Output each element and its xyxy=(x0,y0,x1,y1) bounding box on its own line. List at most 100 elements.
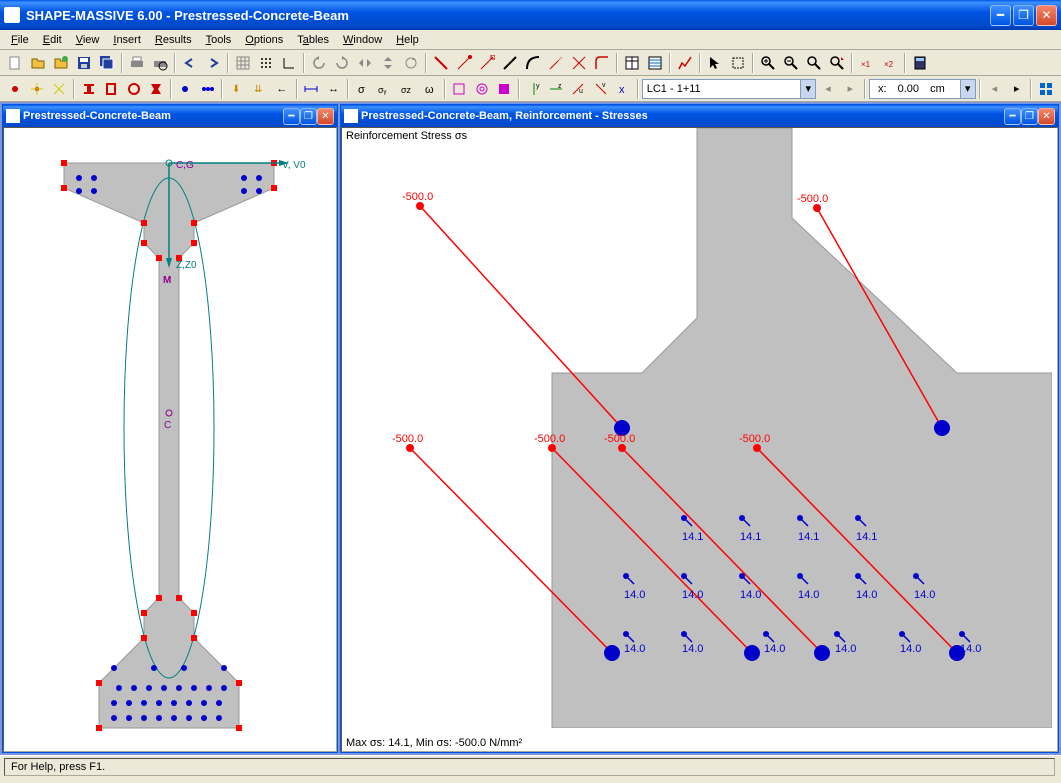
new-button[interactable] xyxy=(4,52,26,74)
svg-text:σᵧ: σᵧ xyxy=(378,85,387,95)
save-all-button[interactable] xyxy=(96,52,118,74)
dim-horiz-button[interactable] xyxy=(301,78,322,100)
chart-button[interactable] xyxy=(674,52,696,74)
child-minimize-button[interactable]: ━ xyxy=(1004,108,1021,125)
zoom-fit-button[interactable] xyxy=(803,52,825,74)
minimize-button[interactable]: ━ xyxy=(990,5,1011,26)
section-ibeam-button[interactable] xyxy=(78,78,99,100)
line-button[interactable] xyxy=(499,52,521,74)
dots-button[interactable] xyxy=(255,52,277,74)
label-m: M xyxy=(163,275,171,286)
node-button[interactable] xyxy=(4,78,25,100)
snap-end-button[interactable] xyxy=(476,52,498,74)
child-maximize-button[interactable]: ❐ xyxy=(300,108,317,125)
zoom-in-button[interactable] xyxy=(757,52,779,74)
doc-icon xyxy=(344,109,358,123)
sigma-z-button[interactable]: σz xyxy=(397,78,418,100)
select-button[interactable] xyxy=(727,52,749,74)
child-minimize-button[interactable]: ━ xyxy=(283,108,300,125)
rotate-right-button[interactable] xyxy=(331,52,353,74)
child-close-button[interactable]: ✕ xyxy=(1038,108,1055,125)
dim-arrow-button[interactable]: ↔ xyxy=(323,78,344,100)
snap-point-button[interactable] xyxy=(453,52,475,74)
lc-prev-button[interactable]: ◂ xyxy=(817,78,838,100)
load-button[interactable]: ⬇ xyxy=(226,78,247,100)
arrow-left-button[interactable]: ← xyxy=(271,78,292,100)
lc-next-button[interactable]: ▸ xyxy=(840,78,861,100)
fillet-button[interactable] xyxy=(591,52,613,74)
menu-edit[interactable]: Edit xyxy=(36,32,69,48)
child-close-button[interactable]: ✕ xyxy=(317,108,334,125)
sigma-y-button[interactable]: σᵧ xyxy=(375,78,396,100)
redo-button[interactable] xyxy=(202,52,224,74)
pointer-button[interactable] xyxy=(704,52,726,74)
axis-x-button[interactable]: x xyxy=(612,78,633,100)
zoom-out-button[interactable] xyxy=(780,52,802,74)
menu-results[interactable]: Results xyxy=(148,32,199,48)
save-button[interactable] xyxy=(73,52,95,74)
flip-h-button[interactable] xyxy=(354,52,376,74)
results-table-button[interactable] xyxy=(644,52,666,74)
rebar-single-button[interactable] xyxy=(175,78,196,100)
coord-input[interactable]: x: 0.00 cm ▾ xyxy=(869,79,976,99)
print-button[interactable] xyxy=(126,52,148,74)
node-star-button[interactable] xyxy=(49,78,70,100)
menu-insert[interactable]: Insert xyxy=(106,32,148,48)
calculator-button[interactable] xyxy=(909,52,931,74)
child-maximize-button[interactable]: ❐ xyxy=(1021,108,1038,125)
rebar-row-button[interactable] xyxy=(197,78,218,100)
loadcase-combo[interactable]: LC1 - 1+11 ▾ xyxy=(642,79,817,99)
section-rect-button[interactable] xyxy=(101,78,122,100)
flip-v-button[interactable] xyxy=(377,52,399,74)
label-c: C xyxy=(164,420,171,431)
tile-windows-button[interactable] xyxy=(1035,78,1056,100)
extend-button[interactable] xyxy=(545,52,567,74)
dropdown-arrow-icon: ▾ xyxy=(800,80,815,98)
svg-text:14.1: 14.1 xyxy=(856,531,877,543)
node-cross-button[interactable] xyxy=(26,78,47,100)
result-filled-button[interactable] xyxy=(494,78,515,100)
section-custom-button[interactable] xyxy=(145,78,166,100)
grid-button[interactable] xyxy=(232,52,254,74)
axis-z-button[interactable]: z xyxy=(545,78,566,100)
section-circle-button[interactable] xyxy=(123,78,144,100)
print-preview-button[interactable] xyxy=(149,52,171,74)
trim-button[interactable] xyxy=(568,52,590,74)
axis-v-button[interactable]: v xyxy=(590,78,611,100)
menu-tables[interactable]: Tables xyxy=(290,32,336,48)
close-button[interactable]: ✕ xyxy=(1036,5,1057,26)
tool-x2-button[interactable]: ×2 xyxy=(879,52,901,74)
menu-tools[interactable]: Tools xyxy=(199,32,239,48)
sigma-button[interactable]: σ xyxy=(352,78,373,100)
result-isolines-button[interactable] xyxy=(471,78,492,100)
svg-text:14.0: 14.0 xyxy=(682,589,703,601)
axes-button[interactable] xyxy=(278,52,300,74)
omega-button[interactable]: ω xyxy=(419,78,440,100)
arc-button[interactable] xyxy=(522,52,544,74)
tool-x1-button[interactable]: ×1 xyxy=(856,52,878,74)
open-recent-button[interactable] xyxy=(50,52,72,74)
undo-button[interactable] xyxy=(179,52,201,74)
menu-help[interactable]: Help xyxy=(389,32,426,48)
rotate-left-button[interactable] xyxy=(308,52,330,74)
stress-canvas[interactable]: Reinforcement Stress σs -500.0 -500.0 -5… xyxy=(341,127,1058,752)
open-button[interactable] xyxy=(27,52,49,74)
menu-options[interactable]: Options xyxy=(238,32,290,48)
axis-y-button[interactable]: y xyxy=(523,78,544,100)
child-title-left: Prestressed-Concrete-Beam xyxy=(23,110,283,122)
rotate-button[interactable] xyxy=(400,52,422,74)
measure-button[interactable] xyxy=(430,52,452,74)
nav-prev-button[interactable]: ◂ xyxy=(984,78,1005,100)
axis-u-button[interactable]: u xyxy=(568,78,589,100)
maximize-button[interactable]: ❐ xyxy=(1013,5,1034,26)
result-outline-button[interactable] xyxy=(449,78,470,100)
nav-next-button[interactable]: ▸ xyxy=(1006,78,1027,100)
menu-window[interactable]: Window xyxy=(336,32,389,48)
zoom-prev-button[interactable] xyxy=(826,52,848,74)
section-canvas[interactable]: C,G V, V0 Z,Z0 M C xyxy=(3,127,337,752)
menu-view[interactable]: View xyxy=(69,32,107,48)
load2-button[interactable]: ⇊ xyxy=(249,78,270,100)
table-button[interactable] xyxy=(621,52,643,74)
svg-text:14.0: 14.0 xyxy=(900,643,921,655)
menu-file[interactable]: File xyxy=(4,32,36,48)
